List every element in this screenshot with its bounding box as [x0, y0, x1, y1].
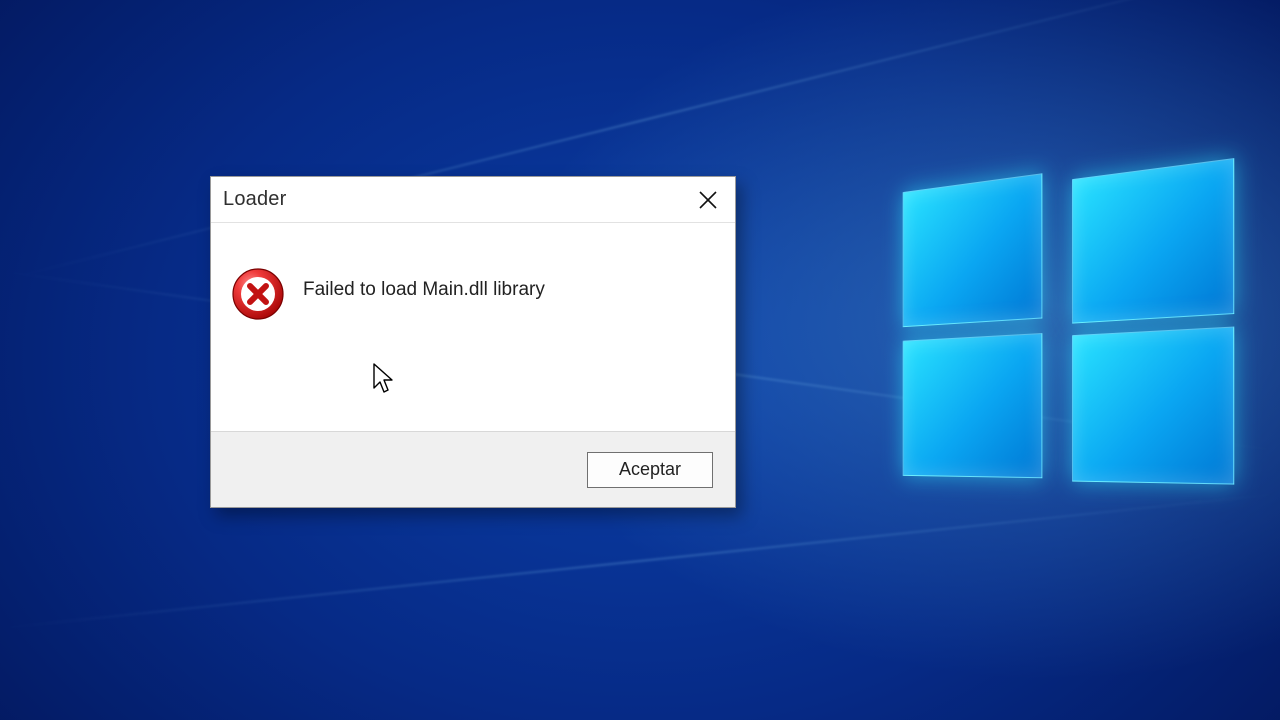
dialog-footer: Aceptar: [211, 431, 735, 507]
desktop-wallpaper: Loader: [0, 0, 1280, 720]
error-icon: [231, 267, 285, 321]
error-message: Failed to load Main.dll library: [303, 261, 545, 301]
error-dialog: Loader: [210, 176, 736, 508]
dialog-titlebar[interactable]: Loader: [211, 177, 735, 223]
dialog-title: Loader: [223, 188, 286, 211]
windows-logo-pane: [903, 173, 1043, 327]
dialog-body: Failed to load Main.dll library: [211, 223, 735, 433]
windows-logo-pane: [1072, 158, 1234, 324]
windows-logo-pane: [903, 333, 1043, 478]
windows-logo-pane: [1072, 327, 1234, 485]
close-icon: [699, 191, 717, 209]
windows-logo: [890, 175, 1235, 480]
close-button[interactable]: [681, 177, 735, 223]
light-beam: [3, 493, 1276, 629]
accept-button[interactable]: Aceptar: [587, 452, 713, 488]
